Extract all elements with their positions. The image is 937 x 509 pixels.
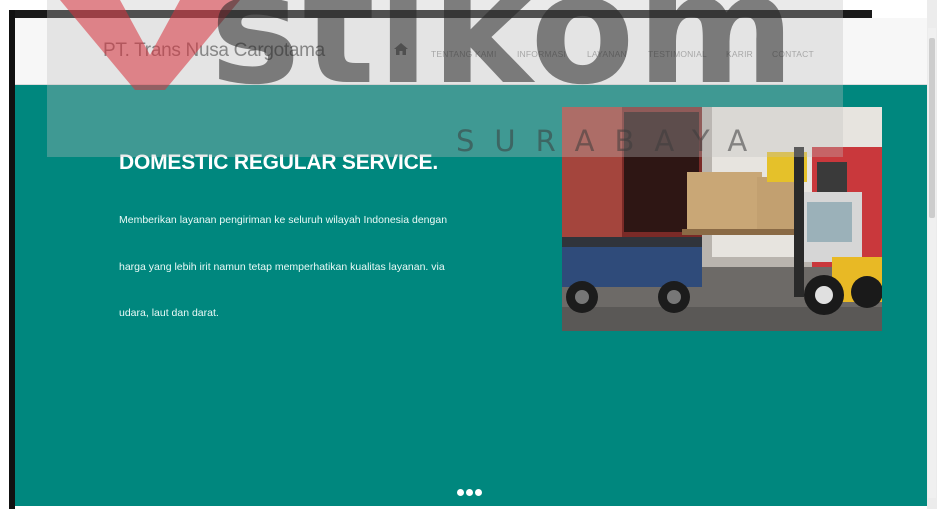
hero-text-line-1: Memberikan layanan pengiriman ke seluruh… xyxy=(119,214,448,226)
watermark-stikom-text: stikom xyxy=(210,0,798,118)
hero-text-line-2: harga yang lebih irit namun tetap memper… xyxy=(119,261,445,273)
watermark-surabaya-text: SURABAYA xyxy=(456,124,768,158)
slider-dots xyxy=(457,483,484,496)
hero-text-line-3: udara, laut dan darat. xyxy=(119,307,219,319)
slide-dot-1[interactable] xyxy=(457,489,464,496)
vertical-scrollbar[interactable] xyxy=(928,28,936,498)
slide-dot-2[interactable] xyxy=(466,489,473,496)
slide-dot-3[interactable] xyxy=(475,489,482,496)
scrollbar-thumb[interactable] xyxy=(929,38,935,218)
